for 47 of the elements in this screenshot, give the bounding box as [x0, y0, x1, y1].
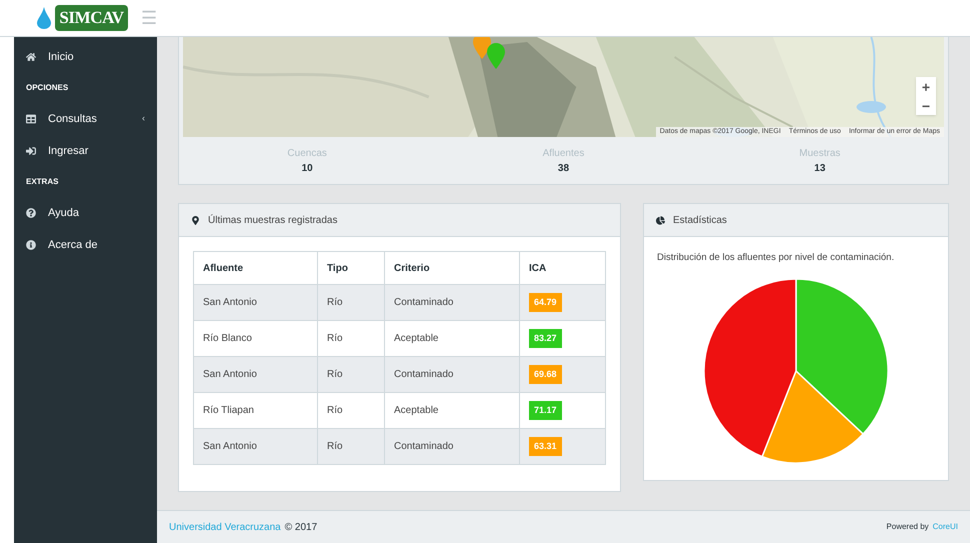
stat-value: 13 [814, 162, 826, 176]
sidebar-item[interactable]: Ayuda [14, 197, 157, 229]
sidebar-item[interactable]: Inicio [14, 41, 157, 73]
sidebar-item-label: Ingresar [48, 144, 90, 159]
stat-label: Afluentes [542, 146, 584, 160]
stat-label: Muestras [799, 146, 840, 160]
logo-text: SIMCAV [55, 5, 128, 31]
column-header: Criterio [384, 252, 520, 284]
sidebar-item-label: Consultas [48, 112, 98, 127]
zoom-button[interactable]: − [916, 96, 936, 115]
sign-in-icon [26, 146, 36, 156]
info-icon [26, 240, 36, 250]
pie-chart-icon [656, 216, 665, 224]
table-cell: Contaminado [384, 428, 520, 464]
water-drop-icon [37, 7, 52, 29]
stat-label: Cuencas [287, 146, 327, 160]
ica-badge: 71.17 [529, 400, 562, 420]
table-cell: San Antonio [194, 428, 318, 464]
sidebar-item-label: Ayuda [48, 206, 80, 221]
sidebar-item[interactable]: Ingresar [14, 135, 157, 167]
chart-description: Distribución de los afluentes por nivel de contaminación. [657, 251, 896, 265]
stat-value: 38 [558, 162, 570, 176]
home-icon [26, 52, 36, 62]
sidebar-item[interactable]: Consultas ‹ [14, 103, 157, 135]
sidebar-item[interactable]: Acerca de [14, 229, 157, 261]
map-pin-icon[interactable] [473, 37, 491, 59]
map-marker-icon [191, 216, 200, 224]
card-title: Estadísticas [673, 214, 727, 228]
caret-icon: ‹ [142, 112, 145, 126]
ica-badge: 69.68 [529, 364, 562, 384]
zoom-button[interactable]: + [916, 77, 936, 96]
ica-badge: 64.79 [529, 292, 562, 312]
stat-value: 10 [302, 162, 313, 176]
powered-by-text: Powered by [886, 521, 929, 533]
sidebar-item-label: Inicio [48, 50, 75, 65]
sidebar-item-label: Acerca de [48, 238, 99, 253]
card-title: Últimas muestras registradas [208, 213, 338, 228]
table-cell: Río [318, 428, 384, 464]
ica-badge: 63.31 [529, 436, 562, 456]
sidebar-heading: EXTRAS [25, 176, 60, 188]
map-pin-icon[interactable] [487, 43, 505, 69]
column-header: Afluente [194, 252, 318, 284]
help-icon [26, 208, 36, 218]
sidebar-heading: OPCIONES [25, 82, 70, 94]
table-icon [26, 114, 36, 124]
ica-badge: 83.27 [529, 328, 562, 348]
copyright-text: © 2017 [284, 520, 318, 534]
